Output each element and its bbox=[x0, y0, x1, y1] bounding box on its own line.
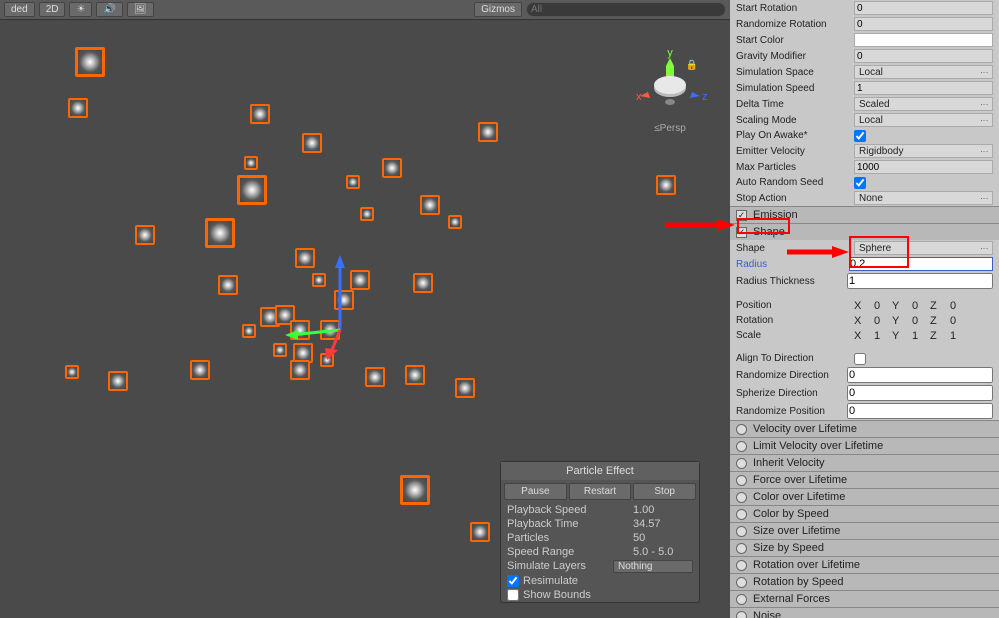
prop-gravity-modifier: Gravity Modifier bbox=[730, 48, 999, 64]
scene-canvas[interactable]: 🔒 y x z ≤Persp Particle Effect Pause Res… bbox=[0, 20, 730, 618]
module-velocity-over-lifetime[interactable]: Velocity over Lifetime bbox=[730, 420, 999, 437]
scene-search-input[interactable] bbox=[526, 2, 726, 17]
pause-button[interactable]: Pause bbox=[504, 483, 567, 500]
module-inherit-velocity[interactable]: Inherit Velocity bbox=[730, 454, 999, 471]
module-external-forces[interactable]: External Forces bbox=[730, 590, 999, 607]
inspector-panel: Start RotationRandomize RotationStart Co… bbox=[730, 0, 999, 618]
axis-y-label: y bbox=[667, 50, 673, 59]
scene-viewport: ded 2D ☀ 🔊 🖼 Gizmos bbox=[0, 0, 730, 618]
fx-toggle[interactable]: 🖼 bbox=[127, 2, 154, 17]
shaded-dropdown[interactable]: ded bbox=[4, 2, 35, 17]
scene-toolbar: ded 2D ☀ 🔊 🖼 Gizmos bbox=[0, 0, 730, 20]
particle-effect-panel: Particle Effect Pause Restart Stop Playb… bbox=[500, 461, 700, 603]
prop-simulation-speed: Simulation Speed bbox=[730, 80, 999, 96]
radius-field[interactable] bbox=[849, 257, 993, 271]
module-rotation-by-speed[interactable]: Rotation by Speed bbox=[730, 573, 999, 590]
emission-module[interactable]: Emission bbox=[730, 206, 999, 223]
prop-scaling-mode: Scaling ModeLocal bbox=[730, 112, 999, 128]
prop-emitter-velocity: Emitter VelocityRigidbody bbox=[730, 143, 999, 159]
shape-dropdown[interactable]: Sphere bbox=[854, 241, 993, 255]
mode-2d-button[interactable]: 2D bbox=[39, 2, 66, 17]
module-color-over-lifetime[interactable]: Color over Lifetime bbox=[730, 488, 999, 505]
audio-toggle[interactable]: 🔊 bbox=[96, 2, 122, 17]
module-size-by-speed[interactable]: Size by Speed bbox=[730, 539, 999, 556]
lock-icon[interactable]: 🔒 bbox=[686, 60, 698, 71]
radius-thickness-field[interactable] bbox=[847, 273, 993, 289]
annotation-arrow-1 bbox=[665, 218, 735, 235]
module-color-by-speed[interactable]: Color by Speed bbox=[730, 505, 999, 522]
module-force-over-lifetime[interactable]: Force over Lifetime bbox=[730, 471, 999, 488]
prop-start-color: Start Color bbox=[730, 32, 999, 48]
spherize-direction-field[interactable] bbox=[847, 385, 993, 401]
prop-simulation-space: Simulation SpaceLocal bbox=[730, 64, 999, 80]
stop-button[interactable]: Stop bbox=[633, 483, 696, 500]
module-size-over-lifetime[interactable]: Size over Lifetime bbox=[730, 522, 999, 539]
annotation-arrow-2 bbox=[787, 245, 849, 262]
prop-max-particles: Max Particles bbox=[730, 159, 999, 175]
light-toggle[interactable]: ☀ bbox=[69, 2, 92, 17]
particle-effect-title: Particle Effect bbox=[501, 462, 699, 480]
prop-start-rotation: Start Rotation bbox=[730, 0, 999, 16]
restart-button[interactable]: Restart bbox=[569, 483, 632, 500]
align-to-direction-checkbox[interactable] bbox=[854, 353, 866, 365]
simulate-layers-dropdown[interactable]: Nothing bbox=[613, 560, 693, 573]
prop-stop-action: Stop ActionNone bbox=[730, 190, 999, 206]
gizmos-dropdown[interactable]: Gizmos bbox=[474, 2, 522, 17]
axis-x-label: x bbox=[636, 91, 642, 103]
shape-module[interactable]: Shape bbox=[730, 223, 999, 240]
module-limit-velocity-over-lifetime[interactable]: Limit Velocity over Lifetime bbox=[730, 437, 999, 454]
randomize-direction-field[interactable] bbox=[847, 367, 993, 383]
nav-gizmo[interactable]: 🔒 y x z ≤Persp bbox=[630, 50, 710, 140]
module-noise[interactable]: Noise bbox=[730, 607, 999, 618]
randomize-position-field[interactable] bbox=[847, 403, 993, 419]
prop-auto-random-seed: Auto Random Seed bbox=[730, 175, 999, 190]
persp-label[interactable]: ≤Persp bbox=[630, 123, 710, 134]
show-bounds-checkbox[interactable] bbox=[507, 589, 519, 601]
prop-randomize-rotation: Randomize Rotation bbox=[730, 16, 999, 32]
resimulate-checkbox[interactable] bbox=[507, 575, 519, 587]
axis-z-label: z bbox=[702, 91, 708, 103]
module-rotation-over-lifetime[interactable]: Rotation over Lifetime bbox=[730, 556, 999, 573]
prop-play-on-awake-: Play On Awake* bbox=[730, 128, 999, 143]
prop-delta-time: Delta TimeScaled bbox=[730, 96, 999, 112]
